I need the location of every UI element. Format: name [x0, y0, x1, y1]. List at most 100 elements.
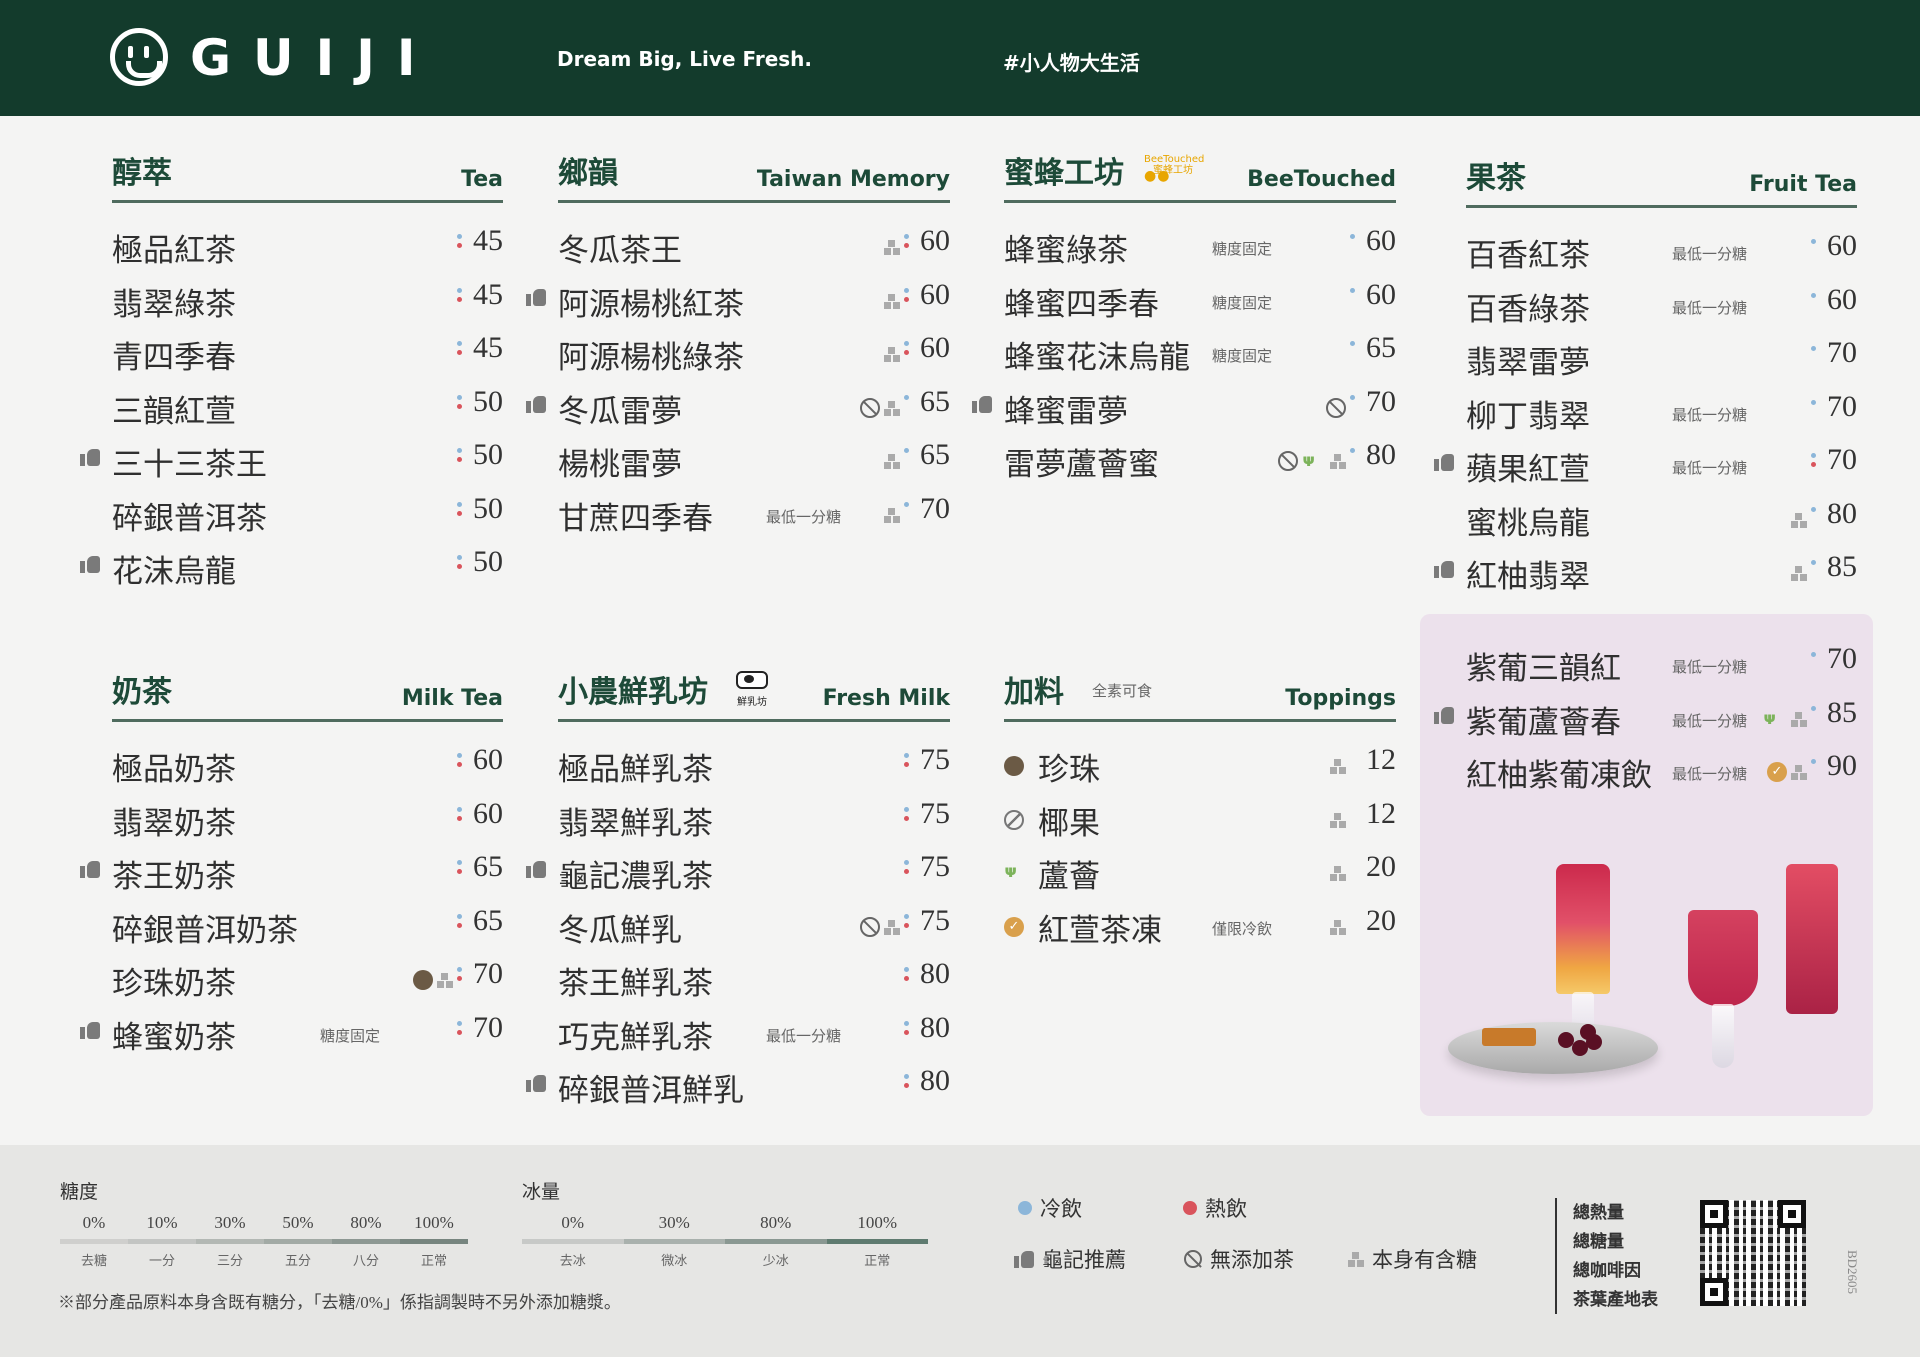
sugar-cubes-icon: [884, 239, 900, 255]
temperature-dots: [904, 913, 910, 938]
item-price: 70: [1827, 443, 1857, 476]
cold-dot-icon: [1350, 341, 1355, 346]
item-price: 60: [1366, 277, 1396, 311]
menu-item: 蜂蜜奶茶 糖度固定 70: [80, 1004, 503, 1058]
cold-dot-icon: [1811, 399, 1816, 405]
thumbs-up-icon: [80, 860, 100, 878]
section-title-zh: 果茶: [1466, 161, 1526, 196]
scale-percent: 0%: [561, 1213, 585, 1232]
sugar-cubes-icon: [1330, 758, 1346, 774]
menu-item: 三韻紅萱 50: [112, 378, 503, 432]
scale-step: 100% 正常: [400, 1213, 468, 1269]
item-price: 50: [473, 545, 503, 578]
menu-item: 翡翠鮮乳茶 75: [558, 790, 950, 844]
no-add-icon: [1184, 1250, 1202, 1268]
temperature-dots: [457, 287, 463, 312]
cold-dot-icon: [457, 913, 462, 919]
item-price: 70: [473, 957, 503, 990]
cold-dot-icon: [1811, 652, 1816, 657]
scale-label: 少冰: [762, 1253, 789, 1268]
item-name: 珍珠: [1038, 752, 1100, 787]
temperature-dots: [1350, 448, 1356, 472]
temperature-dots: [1811, 346, 1817, 370]
cold-dot-icon: [904, 287, 909, 293]
cold-dot-icon: [457, 448, 462, 453]
cold-dot-icon: [457, 806, 462, 812]
item-name: 翡翠奶茶: [112, 805, 236, 841]
cold-dot-icon: [904, 394, 909, 400]
temperature-dots: [457, 448, 463, 472]
item-note: 糖度固定: [1212, 347, 1273, 365]
item-name: 蘋果紅萱: [1466, 452, 1590, 487]
cold-dot-icon: [904, 860, 909, 865]
hot-dot-icon: [457, 869, 462, 874]
item-attribute-icons: [413, 970, 453, 990]
item-name: 蜂蜜四季春: [1004, 286, 1159, 322]
item-note: 最低一分糖: [1672, 711, 1748, 730]
legend-recommend: 龜記推薦: [1014, 1244, 1126, 1274]
thumbs-up-icon: [1014, 1250, 1034, 1268]
item-price: 60: [920, 331, 950, 364]
qr-code-icon[interactable]: [1700, 1200, 1806, 1306]
tagline: Dream Big, Live Fresh.: [557, 47, 813, 71]
item-name: 蜂蜜奶茶: [112, 1019, 236, 1055]
grape-icon: [1580, 1024, 1596, 1040]
cold-dot-icon: [1350, 234, 1355, 239]
scale-label: 去冰: [559, 1253, 586, 1268]
aloe-icon: ᴪ: [1004, 862, 1018, 882]
item-name: 蜂蜜綠茶: [1004, 233, 1128, 268]
section-note: 全素可食: [1092, 682, 1153, 700]
legend-recommend-label: 龜記推薦: [1042, 1248, 1126, 1272]
item-name: 紅柚紫葡凍飲: [1466, 758, 1652, 793]
item-price: 65: [473, 903, 503, 937]
section-fruit-tea: 果茶 Fruit Tea 百香紅茶 最低一分糖 60 百香綠茶 最低一分糖 60 翡翠雷夢 7…: [1434, 158, 1857, 597]
temperature-dots: [904, 806, 910, 831]
item-price: 85: [1827, 550, 1857, 583]
legend-no-add-label: 無添加茶: [1210, 1248, 1294, 1272]
hot-dot-icon: [457, 762, 462, 767]
menu-item: 珍珠 12: [1004, 736, 1396, 790]
item-price: 85: [1827, 695, 1857, 729]
item-name: 花沫烏龍: [112, 554, 236, 589]
item-name: 碎銀普洱鮮乳: [558, 1073, 744, 1108]
item-attribute-icons: [1330, 863, 1346, 883]
item-name: 冬瓜鮮乳: [558, 912, 682, 948]
glass-stem-icon: [1712, 1004, 1734, 1068]
section-header: 小農鮮乳坊 鮮乳坊 Fresh Milk: [558, 671, 950, 722]
hot-dot-icon: [904, 976, 909, 981]
section-title-en: Fresh Milk: [822, 686, 950, 711]
item-price: 60: [1827, 229, 1857, 262]
menu-item: 花沫烏龍 50: [80, 538, 503, 592]
scale-percent: 30%: [658, 1213, 690, 1232]
item-note: 最低一分糖: [1672, 459, 1748, 477]
sugar-cubes-icon: [884, 919, 900, 935]
menu-item: 青四季春 45: [112, 324, 503, 378]
item-note: 糖度固定: [320, 1026, 381, 1045]
item-attribute-icons: [860, 916, 900, 937]
scale-step: 10% 一分: [128, 1213, 196, 1269]
temperature-dots: [1811, 239, 1817, 263]
hot-dot-icon: [904, 243, 909, 248]
section-title-zh: 蜜蜂工坊: [1004, 156, 1124, 191]
cold-dot-icon: [457, 753, 462, 758]
sugar-cubes-icon: [884, 400, 900, 416]
item-name: 紅萱茶凍: [1038, 912, 1162, 948]
menu-item: 百香紅茶 最低一分糖 60: [1466, 222, 1857, 276]
item-name: 碎銀普洱茶: [112, 500, 267, 536]
item-attribute-icons: [884, 505, 900, 525]
item-price: 12: [1366, 796, 1396, 830]
item-list: 極品奶茶 60 翡翠奶茶 60 茶王奶茶 65 碎銀普洱奶茶 65 珍珠奶茶 70 蜂蜜奶茶 糖度固定…: [80, 736, 503, 1058]
section-title-en: Toppings: [1285, 686, 1396, 711]
item-attribute-icons: [1330, 810, 1346, 830]
sugar-cubes-icon: [1791, 764, 1807, 780]
item-name: 紫葡三韻紅: [1466, 651, 1621, 686]
item-price: 60: [473, 796, 503, 830]
glass-illustration-icon: [1688, 910, 1758, 1006]
cold-dot-icon: [1811, 239, 1816, 244]
hot-dot-icon: [457, 922, 462, 928]
temperature-dots: [1811, 399, 1817, 424]
item-attribute-icons: [860, 397, 900, 418]
cold-dot-icon: [904, 501, 909, 507]
item-name: 珍珠奶茶: [112, 966, 236, 1001]
glass-illustration-icon: [1556, 864, 1610, 994]
